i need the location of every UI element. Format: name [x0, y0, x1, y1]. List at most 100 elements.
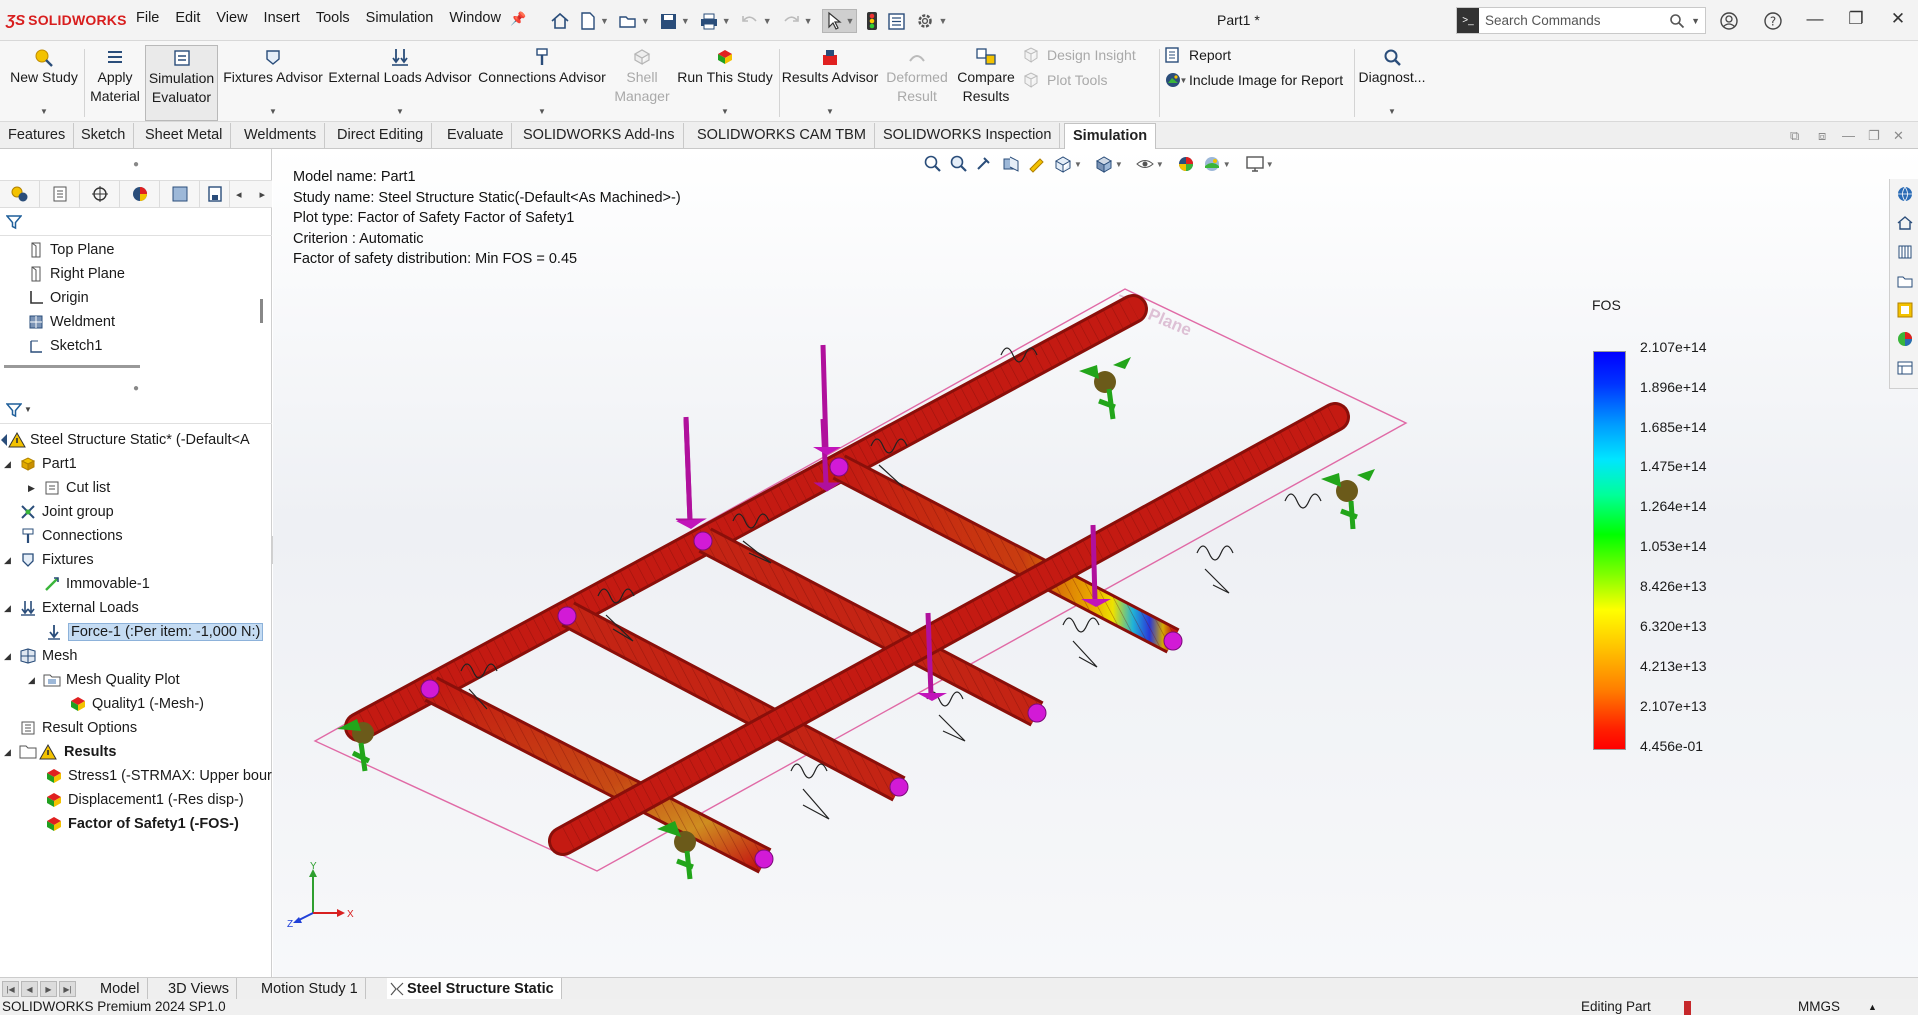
previous-tab-icon[interactable]: ◀ — [21, 981, 38, 997]
graphics-area[interactable]: Model name: Part1 Study name: Steel Stru… — [273, 149, 1918, 977]
tree-item-part1[interactable]: ◢ Part1 — [4, 453, 77, 475]
solidworks-logo[interactable]: ƷS SOLIDWORKS — [6, 9, 127, 31]
results-advisor-button[interactable]: Results Advisor ▼ — [782, 45, 878, 121]
tree-item-external-loads[interactable]: ◢ External Loads — [4, 597, 139, 619]
new-study-button[interactable]: New Study ▼ — [6, 45, 82, 121]
filter-icon[interactable] — [6, 214, 22, 230]
tree-item-results[interactable]: ◢ Results — [4, 741, 116, 763]
tab-direct-editing[interactable]: Direct Editing — [329, 123, 433, 148]
expand-arrow-icon[interactable]: ▶ — [28, 483, 42, 494]
new-document-button[interactable]: ▼ — [579, 11, 609, 31]
compare-results-button[interactable]: Compare Results — [954, 45, 1018, 121]
apply-material-button[interactable]: Apply Material — [87, 45, 143, 121]
viewport-restore-icon[interactable]: ❐ — [1868, 128, 1880, 144]
shell-manager-button[interactable]: Shell Manager — [612, 45, 672, 121]
select-button[interactable]: ▼ — [821, 9, 858, 33]
tree-item-connections[interactable]: Connections — [18, 525, 123, 547]
chevron-down-icon[interactable]: ▼ — [938, 16, 947, 26]
rebuild-button[interactable] — [866, 11, 878, 31]
chevron-down-icon[interactable]: ▼ — [396, 107, 404, 117]
home-tab[interactable] — [1890, 208, 1918, 237]
chevron-down-icon[interactable]: ▼ — [1388, 107, 1396, 117]
help-icon[interactable]: ? — [1762, 10, 1784, 32]
filter-icon[interactable] — [6, 402, 22, 418]
study-tree-filter[interactable]: ▼ — [0, 396, 272, 424]
run-this-study-button[interactable]: Run This Study ▼ — [676, 45, 774, 121]
configuration-manager-tab[interactable] — [80, 180, 120, 208]
save-button[interactable]: ▼ — [659, 12, 690, 31]
left-long-rail[interactable] — [344, 294, 1148, 742]
chevron-down-icon[interactable]: ▼ — [600, 16, 609, 26]
tree-item-top-plane[interactable]: Top Plane — [26, 239, 115, 261]
search-icon[interactable] — [1669, 13, 1685, 29]
menu-simulation[interactable]: Simulation — [366, 10, 434, 26]
display-manager-tab[interactable] — [120, 180, 160, 208]
tab-model[interactable]: Model — [93, 978, 148, 1000]
tab-solidworks-cam-tbm[interactable]: SOLIDWORKS CAM TBM — [689, 123, 875, 148]
chevron-down-icon[interactable]: ▼ — [269, 107, 277, 117]
tab-solidworks-inspection[interactable]: SOLIDWORKS Inspection — [875, 123, 1061, 148]
tab-sheet-metal[interactable]: Sheet Metal — [137, 123, 232, 148]
tab-scroll-left-icon[interactable]: ◂ — [236, 188, 242, 201]
report-button[interactable]: Report — [1164, 44, 1231, 66]
menu-view[interactable]: View — [216, 10, 247, 26]
include-image-for-report-button[interactable]: Include Image for Report — [1164, 69, 1343, 91]
appearances-tab[interactable] — [1890, 324, 1918, 353]
chevron-down-icon[interactable]: ▼ — [804, 16, 813, 26]
connections-advisor-button[interactable]: Connections Advisor ▼ — [476, 45, 608, 121]
diagnostics-button[interactable]: Diagnost... ▼ — [1358, 45, 1426, 121]
tree-item-factor-of-safety1[interactable]: Factor of Safety1 (-FOS-) — [44, 813, 239, 835]
feature-manager-tab[interactable] — [0, 180, 40, 208]
fos-plot-model[interactable]: Top Plane — [273, 149, 1883, 977]
study-tree-root[interactable]: Steel Structure Static* (-Default<A — [0, 429, 250, 451]
tree-item-mesh-quality-plot[interactable]: ◢ Mesh Quality Plot — [28, 669, 180, 691]
design-insight-button[interactable]: Design Insight — [1022, 44, 1136, 66]
tab-3d-views[interactable]: 3D Views — [161, 978, 237, 1000]
tree-item-quality1[interactable]: Quality1 (-Mesh-) — [68, 693, 204, 715]
tab-evaluate[interactable]: Evaluate — [439, 123, 513, 148]
file-explorer-tab[interactable] — [1890, 266, 1918, 295]
fixtures-advisor-button[interactable]: Fixtures Advisor ▼ — [222, 45, 324, 121]
chevron-down-icon[interactable]: ▼ — [763, 16, 772, 26]
pane-splitter-top[interactable]: ● — [0, 157, 272, 171]
options-button[interactable]: ▼ — [915, 11, 947, 31]
tree-item-fixtures[interactable]: ◢ Fixtures — [4, 549, 94, 571]
tab-scroll-right-icon[interactable]: ▸ — [260, 188, 266, 201]
tree-item-stress1[interactable]: Stress1 (-STRMAX: Upper bour — [44, 765, 272, 787]
fos-color-bar[interactable] — [1593, 351, 1626, 750]
tree-item-force-1[interactable]: Force-1 (:Per item: -1,000 N:) — [44, 621, 264, 643]
menu-edit[interactable]: Edit — [175, 10, 200, 26]
collapse-arrow-icon[interactable]: ◢ — [4, 747, 18, 758]
tab-sketch[interactable]: Sketch — [73, 123, 135, 148]
chevron-down-icon[interactable]: ▼ — [24, 405, 32, 414]
tile-vertical-icon[interactable]: ⧈ — [1818, 128, 1826, 144]
last-tab-icon[interactable]: ▶| — [59, 981, 76, 997]
design-library-tab[interactable] — [1890, 237, 1918, 266]
chevron-up-icon[interactable]: ▲ — [1868, 999, 1877, 1015]
chevron-down-icon[interactable]: ▼ — [40, 107, 48, 117]
tree-item-cut-list[interactable]: ▶ Cut list — [28, 477, 110, 499]
pane-splitter-middle[interactable]: ● — [0, 381, 272, 395]
menu-window[interactable]: Window — [449, 10, 501, 26]
user-account-icon[interactable] — [1718, 10, 1740, 32]
chevron-down-icon[interactable]: ▼ — [722, 16, 731, 26]
chevron-down-icon[interactable]: ▼ — [721, 107, 729, 117]
chevron-down-icon[interactable]: ▼ — [826, 107, 834, 117]
tree-item-immovable-1[interactable]: Immovable-1 — [42, 573, 150, 595]
tab-simulation[interactable]: Simulation — [1064, 123, 1157, 150]
cam-feature-tab[interactable] — [160, 180, 200, 208]
menu-file[interactable]: File — [136, 10, 159, 26]
tree-item-mesh[interactable]: ◢ Mesh — [4, 645, 77, 667]
menu-insert[interactable]: Insert — [264, 10, 300, 26]
chevron-down-icon[interactable]: ▼ — [846, 16, 855, 26]
file-properties-button[interactable] — [887, 12, 906, 31]
search-commands-box[interactable]: >_ Search Commands ▼ — [1456, 7, 1706, 34]
custom-properties-tab[interactable] — [1890, 353, 1918, 382]
cross-member-4[interactable] — [832, 454, 1180, 654]
tab-steel-structure-static[interactable]: Steel Structure Static — [387, 978, 562, 1000]
view-palette-tab[interactable] — [1890, 295, 1918, 324]
pin-menu-icon[interactable]: 📌 — [510, 11, 526, 27]
first-tab-icon[interactable]: |◀ — [2, 981, 19, 997]
deformed-result-button[interactable]: Deformed Result — [882, 45, 952, 121]
unit-system-selector[interactable]: MMGS — [1798, 999, 1840, 1015]
